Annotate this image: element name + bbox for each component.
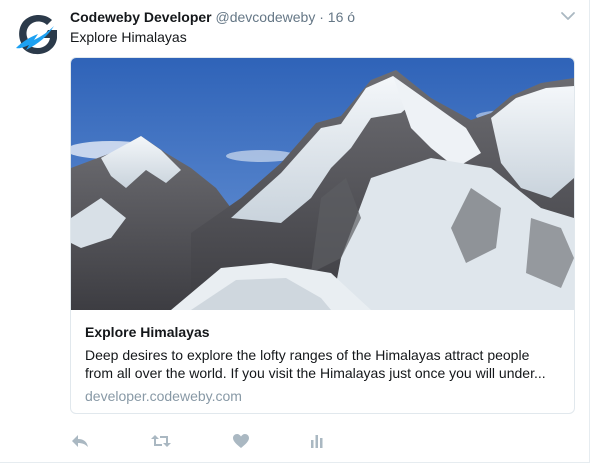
analytics-icon [311, 435, 323, 448]
tweet-header: Codeweby Developer @devcodeweby · 16 ó [70, 9, 550, 29]
card-title[interactable]: Explore Himalayas [85, 323, 560, 341]
card-description: Deep desires to explore the lofty ranges… [85, 347, 546, 381]
author-handle[interactable]: @devcodeweby [216, 9, 316, 25]
separator-dot: · [319, 9, 324, 25]
heart-icon [233, 434, 249, 448]
card-domain[interactable]: developer.codeweby.com [85, 387, 560, 405]
like-button[interactable] [232, 432, 254, 452]
codeweby-logo-avatar[interactable] [12, 10, 60, 58]
tweet[interactable]: Codeweby Developer @devcodeweby · 16 ó E… [0, 0, 590, 463]
card-body: Explore Himalayas Deep desires to explor… [85, 320, 560, 405]
analytics-button[interactable] [310, 432, 332, 452]
reply-icon [72, 435, 88, 447]
retweet-icon [151, 435, 171, 447]
chevron-down-icon[interactable] [560, 8, 576, 24]
author-name[interactable]: Codeweby Developer [70, 9, 212, 25]
tweet-timestamp[interactable]: 16 ó [328, 9, 355, 25]
reply-button[interactable] [70, 432, 92, 452]
link-card[interactable]: Explore Himalayas Deep desires to explor… [70, 57, 575, 414]
himalayas-photo[interactable] [71, 58, 574, 310]
retweet-button[interactable] [150, 432, 172, 452]
tweet-text: Explore Himalayas [70, 29, 187, 45]
tweet-actions [70, 432, 370, 452]
